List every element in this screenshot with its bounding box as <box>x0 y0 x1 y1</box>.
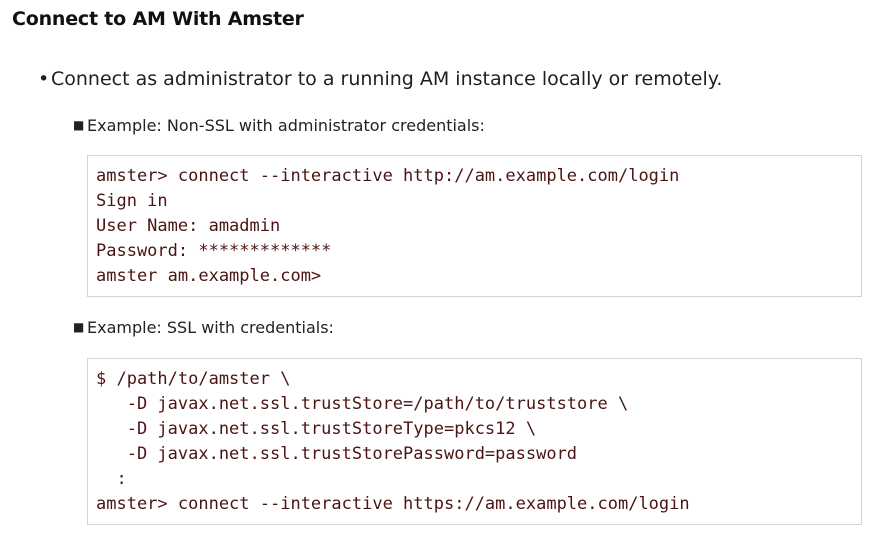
code-line: User Name: amadmin <box>96 216 281 236</box>
code-line: amster> connect --interactive http://am.… <box>96 166 680 186</box>
example-non-ssl-item: ■ Example: Non-SSL with administrator cre… <box>73 116 485 135</box>
square-bullet-icon: ■ <box>73 118 85 132</box>
main-bullet-text: Connect as administrator to a running AM… <box>51 68 723 90</box>
code-line: Sign in <box>96 191 168 211</box>
code-line: Password: ************* <box>96 241 332 261</box>
bullet-icon: • <box>38 68 50 90</box>
code-line: -D javax.net.ssl.trustStoreType=pkcs12 \ <box>96 419 537 439</box>
code-line: : <box>96 469 127 489</box>
main-bullet-item: •Connect as administrator to a running A… <box>38 68 722 90</box>
square-bullet-icon: ■ <box>73 320 85 334</box>
code-line: amster am.example.com> <box>96 266 322 286</box>
code-line: -D javax.net.ssl.trustStore=/path/to/tru… <box>96 394 629 414</box>
code-line: -D javax.net.ssl.trustStorePassword=pass… <box>96 444 578 464</box>
code-block-non-ssl[interactable]: amster> connect --interactive http://am.… <box>87 155 862 297</box>
code-line: $ /path/to/amster \ <box>96 369 291 389</box>
page-title: Connect to AM With Amster <box>12 8 304 30</box>
code-line: amster> connect --interactive https://am… <box>96 494 690 514</box>
example-ssl-label: Example: SSL with credentials: <box>87 318 334 337</box>
example-ssl-item: ■ Example: SSL with credentials: <box>73 318 334 337</box>
example-non-ssl-label: Example: Non-SSL with administrator cred… <box>87 116 485 135</box>
code-block-ssl[interactable]: $ /path/to/amster \ -D javax.net.ssl.tru… <box>87 358 862 525</box>
